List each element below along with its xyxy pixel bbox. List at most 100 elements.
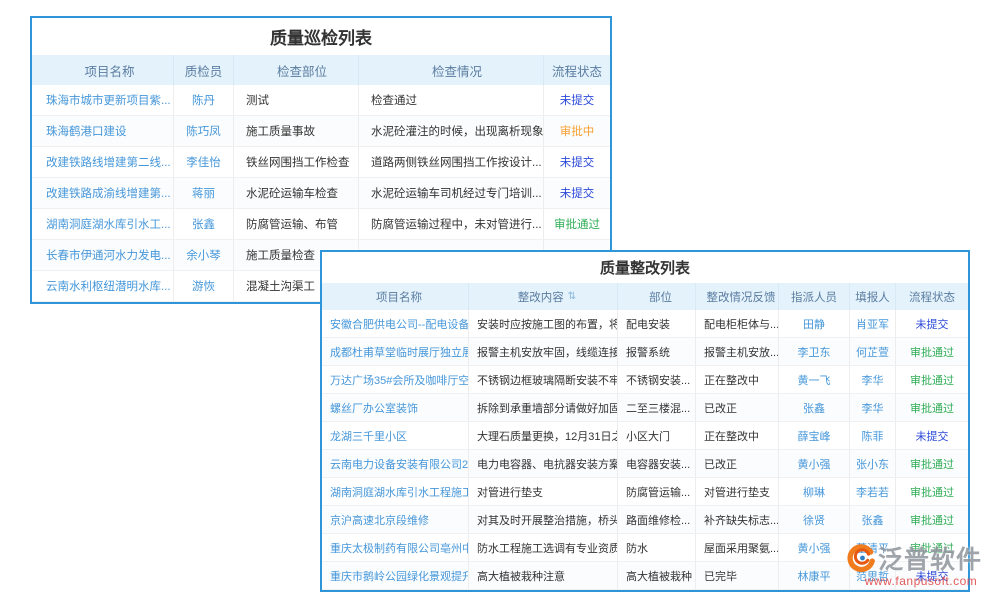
cell-status: 审批通过: [544, 209, 610, 240]
cell-content: 防水工程施工选调有专业资质...: [469, 534, 618, 562]
column-header-status: 流程状态: [544, 55, 610, 85]
cell-status: 审批通过: [896, 338, 968, 366]
cell-content: 对管进行垫支: [469, 478, 618, 506]
cell-feedback: 已完毕: [696, 562, 779, 590]
cell-part: 高大植被栽种: [618, 562, 696, 590]
sort-icon[interactable]: ⇅: [568, 291, 576, 302]
cell-status: 审批通过: [896, 366, 968, 394]
cell-project[interactable]: 龙湖三千里小区: [322, 422, 469, 450]
cell-project[interactable]: 成都杜甫草堂临时展厅独立展...: [322, 338, 469, 366]
cell-project[interactable]: 重庆市鹅岭公园绿化景观提升...: [322, 562, 469, 590]
cell-content: 电力电容器、电抗器安装方案,...: [469, 450, 618, 478]
cell-content: 高大植被栽种注意: [469, 562, 618, 590]
cell-inspector[interactable]: 陈丹: [174, 85, 234, 116]
cell-part: 防水: [618, 534, 696, 562]
cell-assignee[interactable]: 薛宝峰: [779, 422, 850, 450]
cell-project[interactable]: 湖南洞庭湖水库引水工程施工标: [322, 478, 469, 506]
cell-project[interactable]: 重庆太极制药有限公司亳州中...: [322, 534, 469, 562]
table-row[interactable]: 改建铁路成渝线增建第...蒋丽水泥砼运输车检查水泥砼运输车司机经过专门培训...…: [32, 178, 610, 209]
cell-inspector[interactable]: 游恢: [174, 271, 234, 302]
cell-part: 报警系统: [618, 338, 696, 366]
table-row[interactable]: 重庆市鹅岭公园绿化景观提升...高大植被栽种注意高大植被栽种已完毕林康平范思哲未…: [322, 562, 968, 590]
cell-feedback: 屋面采用聚氨...: [696, 534, 779, 562]
cell-feedback: 正在整改中: [696, 366, 779, 394]
cell-inspector[interactable]: 张鑫: [174, 209, 234, 240]
rectification-table-body: 安徽合肥供电公司--配电设备...安装时应按施工图的布置，将...配电安装配电柜…: [322, 310, 968, 590]
table-row[interactable]: 螺丝厂办公室装饰拆除到承重墙部分请做好加固...二至三楼混...已改正张鑫李华审…: [322, 394, 968, 422]
cell-assignee[interactable]: 李卫东: [779, 338, 850, 366]
cell-situation: 防腐管运输过程中，未对管进行...: [359, 209, 544, 240]
cell-inspector[interactable]: 李佳怡: [174, 147, 234, 178]
cell-assignee[interactable]: 林康平: [779, 562, 850, 590]
table-row[interactable]: 云南电力设备安装有限公司20...电力电容器、电抗器安装方案,...电容器安装.…: [322, 450, 968, 478]
cell-project[interactable]: 长春市伊通河水力发电...: [32, 240, 174, 271]
cell-project[interactable]: 珠海市城市更新项目紫...: [32, 85, 174, 116]
cell-feedback: 报警主机安放...: [696, 338, 779, 366]
cell-reporter[interactable]: 李华: [850, 366, 896, 394]
cell-status: 未提交: [544, 85, 610, 116]
cell-feedback: 已改正: [696, 394, 779, 422]
cell-reporter[interactable]: 张鑫: [850, 506, 896, 534]
table-row[interactable]: 重庆太极制药有限公司亳州中...防水工程施工选调有专业资质...防水屋面采用聚氨…: [322, 534, 968, 562]
column-header-situation: 检查情况: [359, 55, 544, 85]
cell-part: 防腐管运输...: [618, 478, 696, 506]
table-row[interactable]: 京沪高速北京段维修对其及时开展整治措施，桥头...路面维修检...补齐缺失标志.…: [322, 506, 968, 534]
column-header-content[interactable]: 整改内容 ⇅: [469, 283, 618, 310]
cell-project[interactable]: 云南电力设备安装有限公司20...: [322, 450, 469, 478]
cell-assignee[interactable]: 张鑫: [779, 394, 850, 422]
cell-project[interactable]: 安徽合肥供电公司--配电设备...: [322, 310, 469, 338]
cell-status: 审批通过: [896, 478, 968, 506]
cell-content: 拆除到承重墙部分请做好加固...: [469, 394, 618, 422]
cell-project[interactable]: 螺丝厂办公室装饰: [322, 394, 469, 422]
cell-assignee[interactable]: 徐贤: [779, 506, 850, 534]
cell-project[interactable]: 珠海鹤港口建设: [32, 116, 174, 147]
cell-status: 审批通过: [896, 450, 968, 478]
cell-content: 不锈钢边框玻璃隔断安装不牢...: [469, 366, 618, 394]
table-row[interactable]: 湖南洞庭湖水库引水工...张鑫防腐管运输、布管防腐管运输过程中，未对管进行...…: [32, 209, 610, 240]
cell-part: 铁丝网围挡工作检查: [234, 147, 359, 178]
cell-reporter[interactable]: 何芷萱: [850, 338, 896, 366]
cell-content: 报警主机安放牢固，线缆连接...: [469, 338, 618, 366]
cell-content: 安装时应按施工图的布置，将...: [469, 310, 618, 338]
cell-inspector[interactable]: 余小琴: [174, 240, 234, 271]
cell-assignee[interactable]: 黄小强: [779, 534, 850, 562]
table-row[interactable]: 龙湖三千里小区大理石质量更换，12月31日之...小区大门正在整改中薛宝峰陈菲未…: [322, 422, 968, 450]
cell-status: 未提交: [544, 178, 610, 209]
cell-project[interactable]: 湖南洞庭湖水库引水工...: [32, 209, 174, 240]
column-header-assignee: 指派人员: [779, 283, 850, 310]
cell-part: 测试: [234, 85, 359, 116]
cell-project[interactable]: 改建铁路成渝线增建第...: [32, 178, 174, 209]
cell-project[interactable]: 云南水利枢纽潜明水库...: [32, 271, 174, 302]
table-row[interactable]: 成都杜甫草堂临时展厅独立展...报警主机安放牢固，线缆连接...报警系统报警主机…: [322, 338, 968, 366]
cell-reporter[interactable]: 董清平: [850, 534, 896, 562]
rectification-table-header: 项目名称 整改内容 ⇅ 部位 整改情况反馈 指派人员 填报人 流程状态: [322, 283, 968, 310]
cell-reporter[interactable]: 范思哲: [850, 562, 896, 590]
table-row[interactable]: 珠海市城市更新项目紫...陈丹测试检查通过未提交: [32, 85, 610, 116]
table-row[interactable]: 珠海鹤港口建设陈巧凤施工质量事故水泥砼灌注的时候，出现离析现象审批中: [32, 116, 610, 147]
cell-reporter[interactable]: 李若若: [850, 478, 896, 506]
cell-assignee[interactable]: 黄小强: [779, 450, 850, 478]
cell-reporter[interactable]: 陈菲: [850, 422, 896, 450]
inspection-table-header: 项目名称 质检员 检查部位 检查情况 流程状态: [32, 55, 610, 85]
table-row[interactable]: 万达广场35#会所及咖啡厅空...不锈钢边框玻璃隔断安装不牢...不锈钢安装..…: [322, 366, 968, 394]
cell-reporter[interactable]: 张小东: [850, 450, 896, 478]
cell-reporter[interactable]: 肖亚军: [850, 310, 896, 338]
cell-inspector[interactable]: 陈巧凤: [174, 116, 234, 147]
table-row[interactable]: 改建铁路线增建第二线...李佳怡铁丝网围挡工作检查道路两侧铁丝网围挡工作按设计.…: [32, 147, 610, 178]
cell-inspector[interactable]: 蒋丽: [174, 178, 234, 209]
cell-part: 不锈钢安装...: [618, 366, 696, 394]
cell-assignee[interactable]: 田静: [779, 310, 850, 338]
cell-assignee[interactable]: 柳琳: [779, 478, 850, 506]
table-row[interactable]: 湖南洞庭湖水库引水工程施工标对管进行垫支防腐管运输...对管进行垫支柳琳李若若审…: [322, 478, 968, 506]
cell-feedback: 补齐缺失标志...: [696, 506, 779, 534]
column-header-project: 项目名称: [32, 55, 174, 85]
cell-project[interactable]: 万达广场35#会所及咖啡厅空...: [322, 366, 469, 394]
cell-part: 防腐管运输、布管: [234, 209, 359, 240]
cell-status: 审批通过: [896, 394, 968, 422]
cell-reporter[interactable]: 李华: [850, 394, 896, 422]
cell-feedback: 已改正: [696, 450, 779, 478]
cell-assignee[interactable]: 黄一飞: [779, 366, 850, 394]
cell-project[interactable]: 京沪高速北京段维修: [322, 506, 469, 534]
table-row[interactable]: 安徽合肥供电公司--配电设备...安装时应按施工图的布置，将...配电安装配电柜…: [322, 310, 968, 338]
cell-project[interactable]: 改建铁路线增建第二线...: [32, 147, 174, 178]
